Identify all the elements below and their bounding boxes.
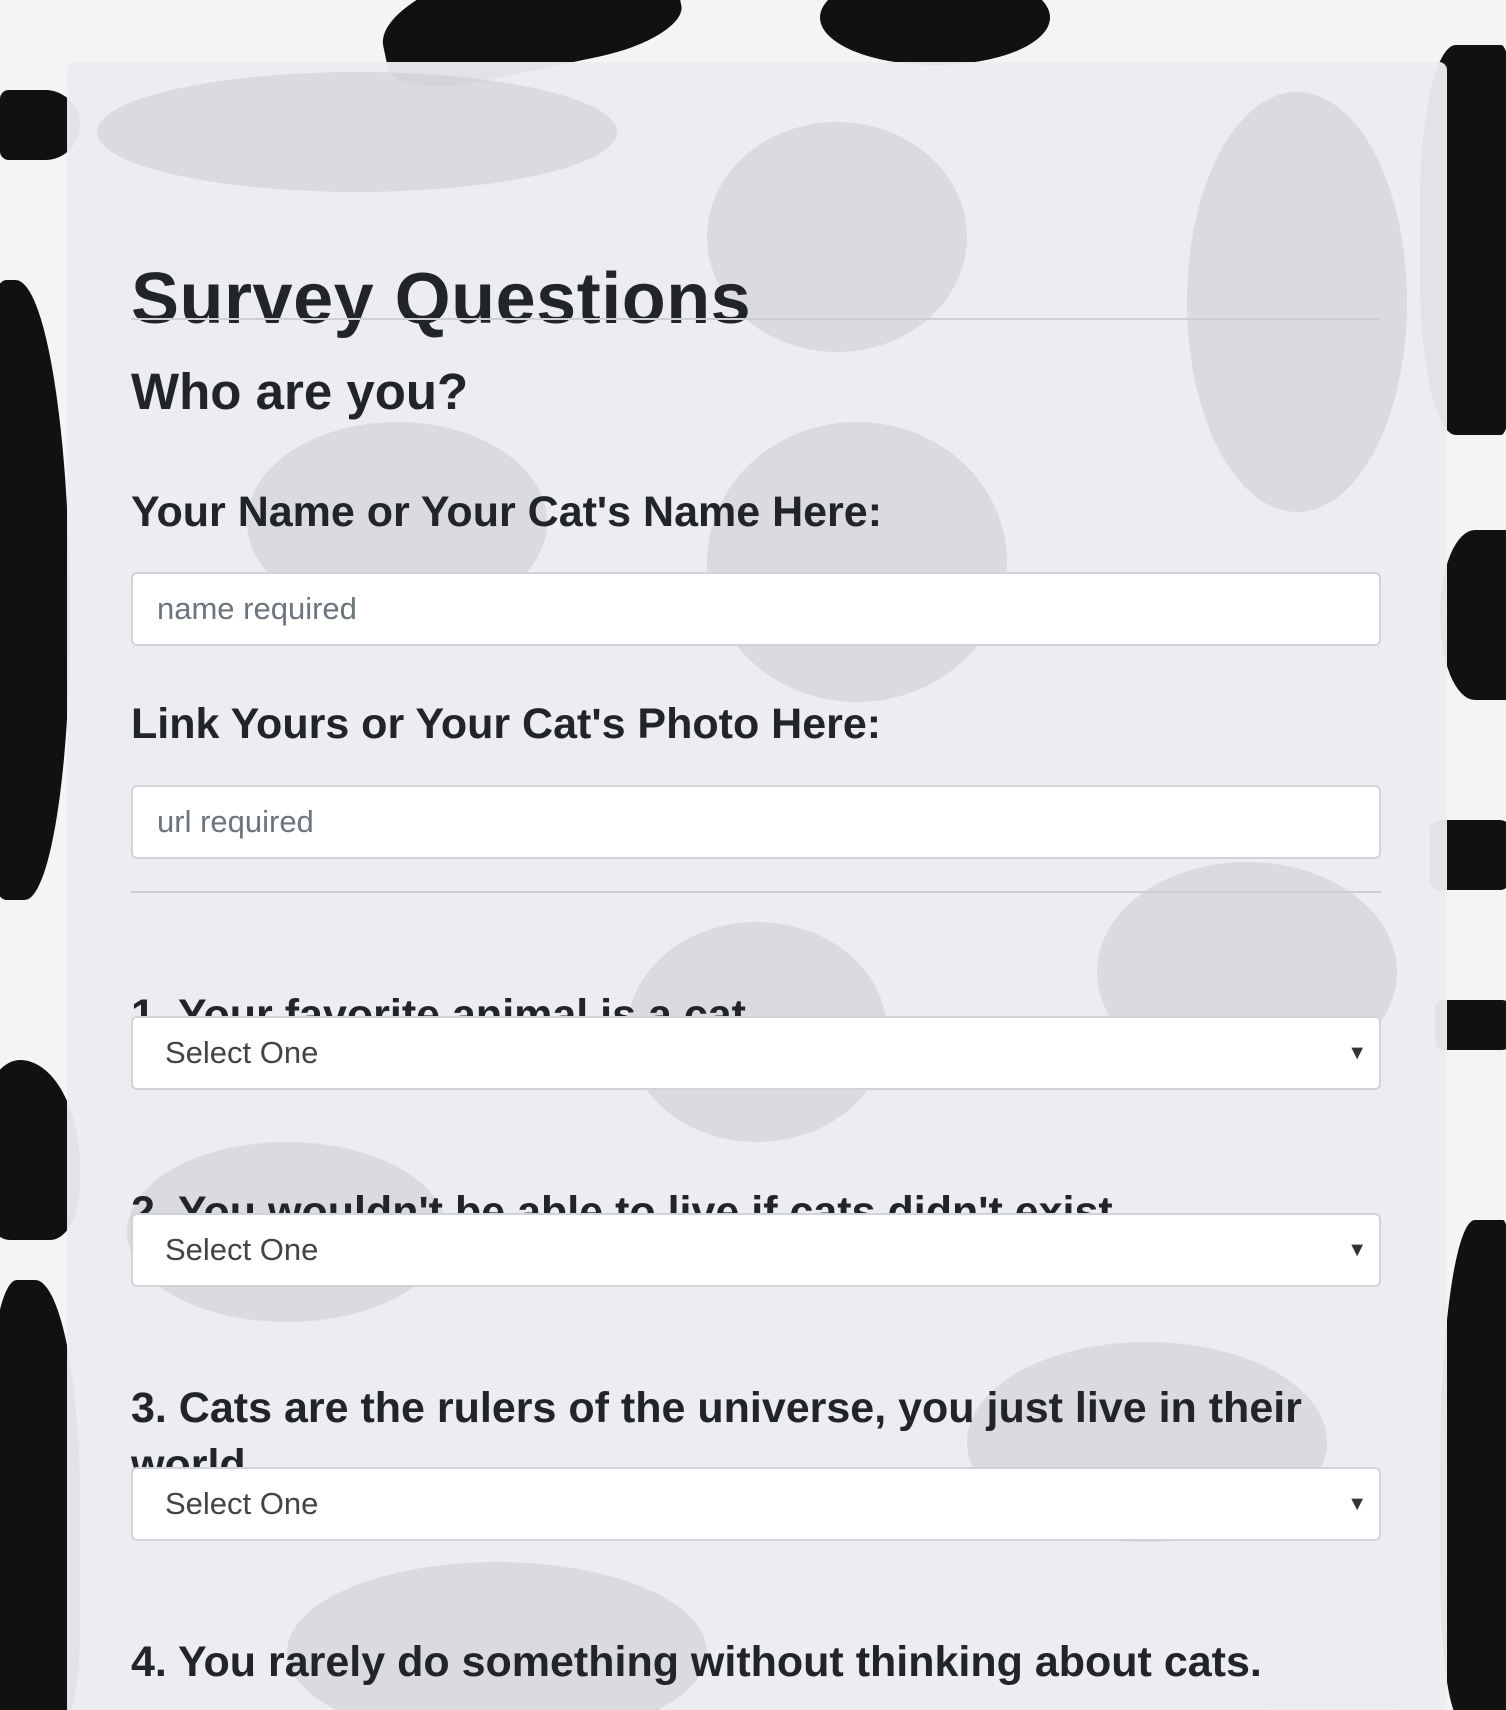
section-heading: Who are you? <box>131 363 469 420</box>
photo-url-input[interactable] <box>131 785 1381 859</box>
divider <box>131 318 1381 320</box>
survey-card: Survey Questions Who are you? Your Name … <box>67 62 1447 1710</box>
chevron-down-icon: ▼ <box>1347 1239 1367 1261</box>
cat-silhouette <box>1440 530 1506 700</box>
cat-silhouette <box>1440 1220 1506 1710</box>
question-3-select[interactable]: Select One ▼ <box>131 1467 1381 1541</box>
page-title: Survey Questions <box>131 259 752 339</box>
select-value: Select One <box>165 1486 319 1521</box>
cat-silhouette <box>0 280 70 900</box>
ghost-cat-pattern <box>1187 92 1407 512</box>
select-value: Select One <box>165 1232 319 1267</box>
select-value: Select One <box>165 1035 319 1070</box>
chevron-down-icon: ▼ <box>1347 1493 1367 1515</box>
photo-label: Link Yours or Your Cat's Photo Here: <box>131 700 882 748</box>
ghost-cat-pattern <box>97 72 617 192</box>
chevron-down-icon: ▼ <box>1347 1042 1367 1064</box>
name-input[interactable] <box>131 572 1381 646</box>
question-1-select[interactable]: Select One ▼ <box>131 1016 1381 1090</box>
cat-silhouette <box>820 0 1050 65</box>
question-4-label: 4. You rarely do something without think… <box>131 1638 1262 1686</box>
ghost-cat-pattern <box>707 422 1007 702</box>
divider <box>131 891 1381 893</box>
question-2-select[interactable]: Select One ▼ <box>131 1213 1381 1287</box>
name-label: Your Name or Your Cat's Name Here: <box>131 488 883 536</box>
